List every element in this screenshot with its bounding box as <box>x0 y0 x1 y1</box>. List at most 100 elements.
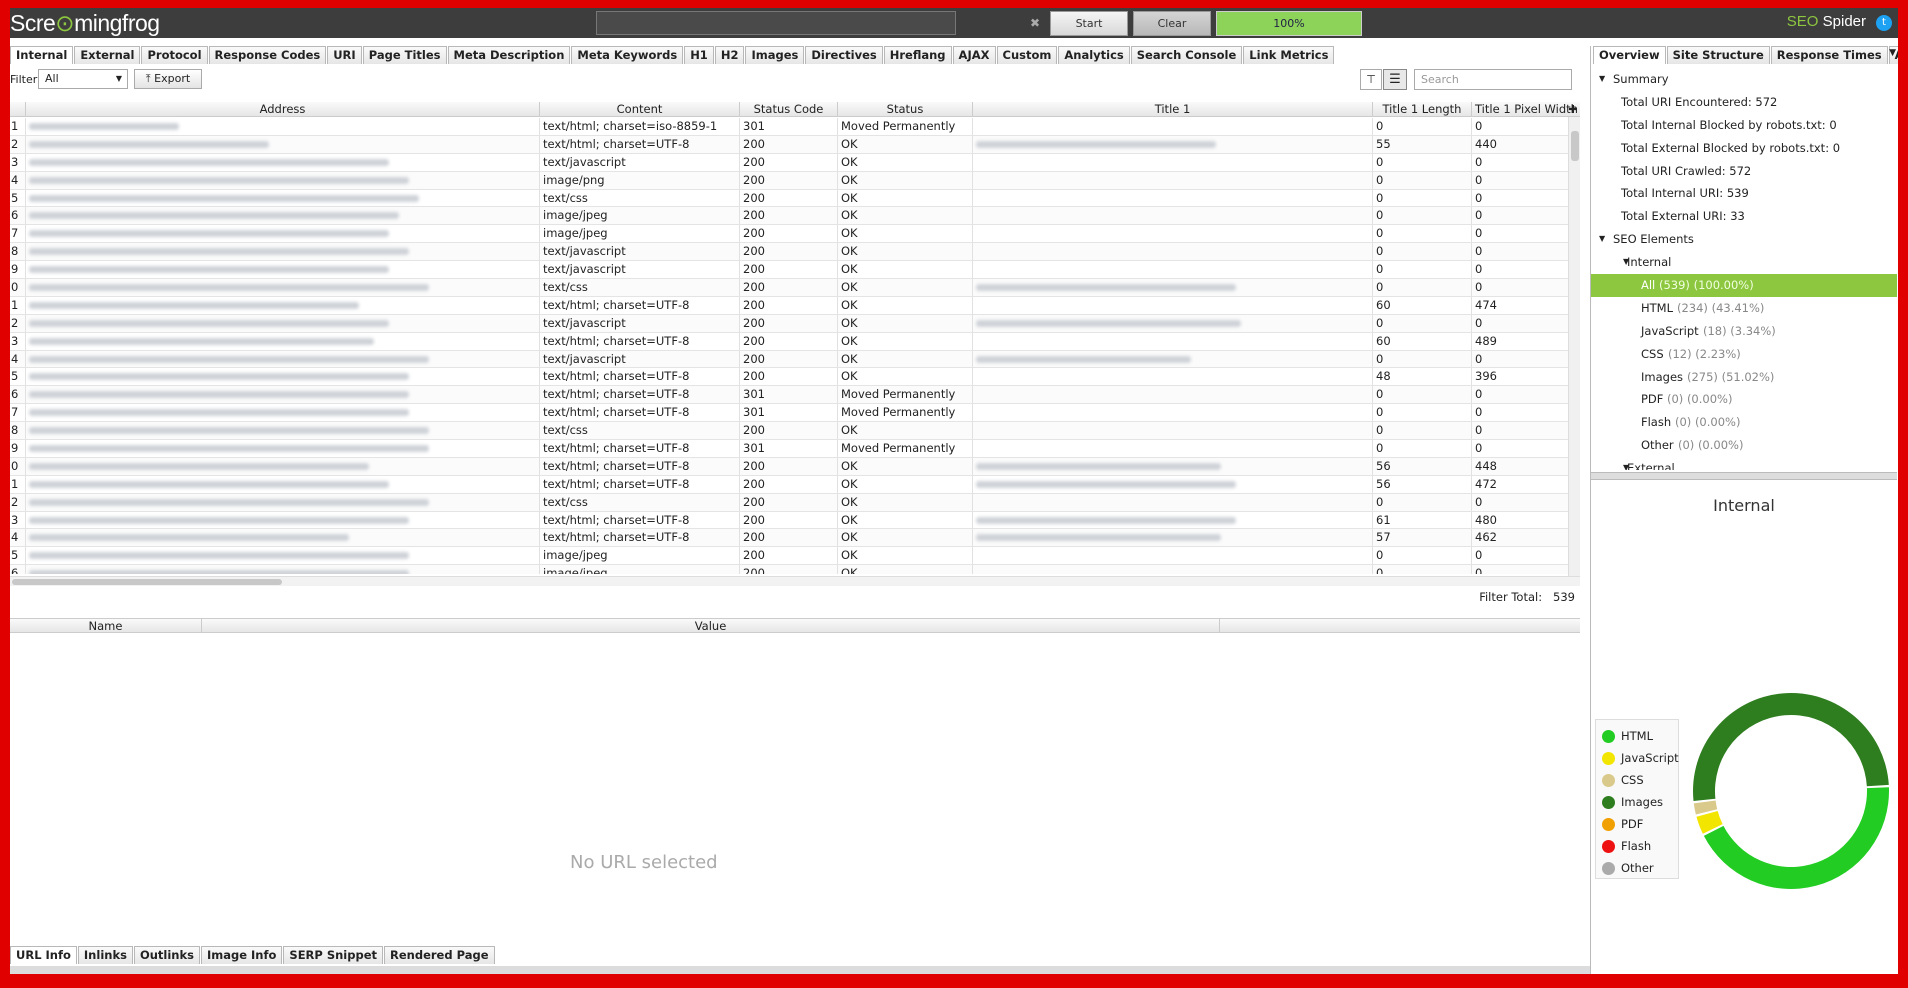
tab-search-console[interactable]: Search Console <box>1130 46 1243 64</box>
table-row[interactable]: 1 text/html; charset=UTF-8 200 OK 60 474 <box>10 296 1580 315</box>
details-tab-image-info[interactable]: Image Info <box>200 946 283 964</box>
redacted-address <box>29 355 429 363</box>
caret-down-icon[interactable]: ▼ <box>1599 68 1605 90</box>
tree-view-icon[interactable]: ⊤ <box>1360 69 1382 90</box>
table-row[interactable]: 5 text/css 200 OK 0 0 <box>10 189 1580 208</box>
tab-analytics[interactable]: Analytics <box>1058 46 1130 64</box>
table-row[interactable]: 2 text/javascript 200 OK 0 0 <box>10 314 1580 333</box>
table-row[interactable]: 3 text/html; charset=UTF-8 200 OK 61 480 <box>10 511 1580 530</box>
tab-h1[interactable]: H1 <box>684 46 714 64</box>
details-tab-rendered-page[interactable]: Rendered Page <box>384 946 495 964</box>
column-header-status-code[interactable]: Status Code <box>740 102 838 116</box>
right-tab-site-structure[interactable]: Site Structure <box>1666 46 1770 64</box>
tree-item[interactable]: Total URI Encountered: 572 <box>1591 91 1897 114</box>
search-input[interactable]: Search <box>1414 69 1572 90</box>
list-view-icon[interactable]: ☰ <box>1383 69 1407 90</box>
tree-item[interactable]: Flash (0) (0.00%) <box>1591 411 1897 434</box>
details-tab-url-info[interactable]: URL Info <box>10 946 77 964</box>
chevron-down-icon[interactable]: ▼ <box>1889 48 1896 58</box>
tree-item[interactable]: Total Internal Blocked by robots.txt: 0 <box>1591 114 1897 137</box>
details-col-name[interactable]: Name <box>10 619 202 632</box>
details-tab-inlinks[interactable]: Inlinks <box>77 946 133 964</box>
tab-link-metrics[interactable]: Link Metrics <box>1243 46 1335 64</box>
tree-item[interactable]: ▼ Summary <box>1591 68 1897 91</box>
add-column-icon[interactable]: ✚ <box>1566 103 1580 117</box>
tree-item[interactable]: ▼ Internal <box>1591 251 1897 274</box>
tab-ajax[interactable]: AJAX <box>952 46 996 64</box>
tree-item[interactable]: ▼ SEO Elements <box>1591 228 1897 251</box>
table-row[interactable]: 1 text/html; charset=UTF-8 200 OK 56 472 <box>10 475 1580 494</box>
horizontal-scrollbar[interactable] <box>10 576 1580 586</box>
column-header-title-1-length[interactable]: Title 1 Length <box>1373 102 1472 116</box>
table-row[interactable]: 7 image/jpeg 200 OK 0 0 <box>10 225 1580 244</box>
tree-item[interactable]: All (539) (100.00%) <box>1591 274 1897 297</box>
table-row[interactable]: 4 text/javascript 200 OK 0 0 <box>10 350 1580 369</box>
column-header-title-1-pixel-width[interactable]: Title 1 Pixel Width <box>1472 102 1580 116</box>
table-row[interactable]: 2 text/css 200 OK 0 0 <box>10 493 1580 512</box>
details-tab-serp-snippet[interactable]: SERP Snippet <box>283 946 384 964</box>
table-row[interactable]: 7 text/html; charset=UTF-8 301 Moved Perman… <box>10 404 1580 423</box>
tab-meta-description[interactable]: Meta Description <box>447 46 571 64</box>
table-row[interactable]: 6 image/jpeg 200 OK 0 0 <box>10 565 1580 574</box>
tab-meta-keywords[interactable]: Meta Keywords <box>571 46 684 64</box>
details-col-value[interactable]: Value <box>202 619 1220 632</box>
vertical-scrollbar[interactable] <box>1568 117 1580 577</box>
table-row[interactable]: 9 text/javascript 200 OK 0 0 <box>10 261 1580 280</box>
tree-item[interactable]: CSS (12) (2.23%) <box>1591 343 1897 366</box>
tree-item[interactable]: Total External Blocked by robots.txt: 0 <box>1591 137 1897 160</box>
table-row[interactable]: 0 text/css 200 OK 0 0 <box>10 279 1580 297</box>
tab-uri[interactable]: URI <box>327 46 362 64</box>
column-header-title-1[interactable]: Title 1 <box>973 102 1373 116</box>
tree-item[interactable]: Total Internal URI: 539 <box>1591 182 1897 205</box>
table-row[interactable]: 4 text/html; charset=UTF-8 200 OK 57 462 <box>10 529 1580 548</box>
table-row[interactable]: 3 text/javascript 200 OK 0 0 <box>10 153 1580 172</box>
table-row[interactable]: 0 text/html; charset=UTF-8 200 OK 56 448 <box>10 457 1580 476</box>
details-tab-outlinks[interactable]: Outlinks <box>133 946 200 964</box>
filter-select[interactable]: All ▼ <box>38 69 128 89</box>
tab-hreflang[interactable]: Hreflang <box>883 46 952 64</box>
tree-item[interactable]: Other (0) (0.00%) <box>1591 434 1897 457</box>
cell-address <box>26 243 540 261</box>
tree-item[interactable]: Images (275) (51.02%) <box>1591 366 1897 389</box>
column-header-status[interactable]: Status <box>838 102 973 116</box>
tree-item[interactable]: ▼ External <box>1591 457 1897 470</box>
tab-internal[interactable]: Internal <box>10 46 74 64</box>
tab-external[interactable]: External <box>74 46 141 64</box>
clear-url-icon[interactable]: ✖ <box>1030 16 1040 30</box>
twitter-icon[interactable]: t <box>1876 15 1892 31</box>
column-header-address[interactable]: Address <box>26 102 540 116</box>
tab-h2[interactable]: H2 <box>714 46 745 64</box>
tree-item[interactable]: JavaScript (18) (3.34%) <box>1591 320 1897 343</box>
table-row[interactable]: 6 image/jpeg 200 OK 0 0 <box>10 207 1580 226</box>
right-tab-response-times[interactable]: Response Times <box>1770 46 1888 64</box>
start-button[interactable]: Start <box>1050 11 1128 36</box>
table-row[interactable]: 2 text/html; charset=UTF-8 200 OK 55 440 <box>10 135 1580 154</box>
panel-splitter[interactable] <box>1591 472 1897 480</box>
export-button[interactable]: ⤒ Export <box>134 69 202 89</box>
tab-page-titles[interactable]: Page Titles <box>362 46 447 64</box>
tab-response-codes[interactable]: Response Codes <box>208 46 327 64</box>
clear-button[interactable]: Clear <box>1133 11 1211 36</box>
table-row[interactable]: 4 image/png 200 OK 0 0 <box>10 171 1580 190</box>
table-row[interactable]: 3 text/html; charset=UTF-8 200 OK 60 489 <box>10 332 1580 351</box>
tree-item[interactable]: Total URI Crawled: 572 <box>1591 160 1897 183</box>
tab-custom[interactable]: Custom <box>996 46 1058 64</box>
table-row[interactable]: 5 text/html; charset=UTF-8 200 OK 48 396 <box>10 368 1580 387</box>
table-row[interactable]: 9 text/html; charset=UTF-8 301 Moved Perman… <box>10 440 1580 458</box>
tree-item[interactable]: HTML (234) (43.41%) <box>1591 297 1897 320</box>
tab-protocol[interactable]: Protocol <box>141 46 208 64</box>
table-row[interactable]: 8 text/css 200 OK 0 0 <box>10 422 1580 441</box>
table-row[interactable]: 6 text/html; charset=UTF-8 301 Moved Perman… <box>10 386 1580 405</box>
tab-images[interactable]: Images <box>745 46 805 64</box>
right-tabs: OverviewSite StructureResponse TimesAPI <box>1593 46 1898 64</box>
right-tab-overview[interactable]: Overview <box>1593 46 1666 64</box>
table-row[interactable]: 5 image/jpeg 200 OK 0 0 <box>10 547 1580 566</box>
column-header-content[interactable]: Content <box>540 102 740 116</box>
url-input[interactable] <box>596 11 956 35</box>
tab-directives[interactable]: Directives <box>805 46 883 64</box>
table-row[interactable]: 1 text/html; charset=iso-8859-1 301 Moved P… <box>10 118 1580 136</box>
tree-item[interactable]: Total External URI: 33 <box>1591 205 1897 228</box>
tree-item[interactable]: PDF (0) (0.00%) <box>1591 388 1897 411</box>
caret-down-icon[interactable]: ▼ <box>1599 228 1605 250</box>
table-row[interactable]: 8 text/javascript 200 OK 0 0 <box>10 243 1580 262</box>
